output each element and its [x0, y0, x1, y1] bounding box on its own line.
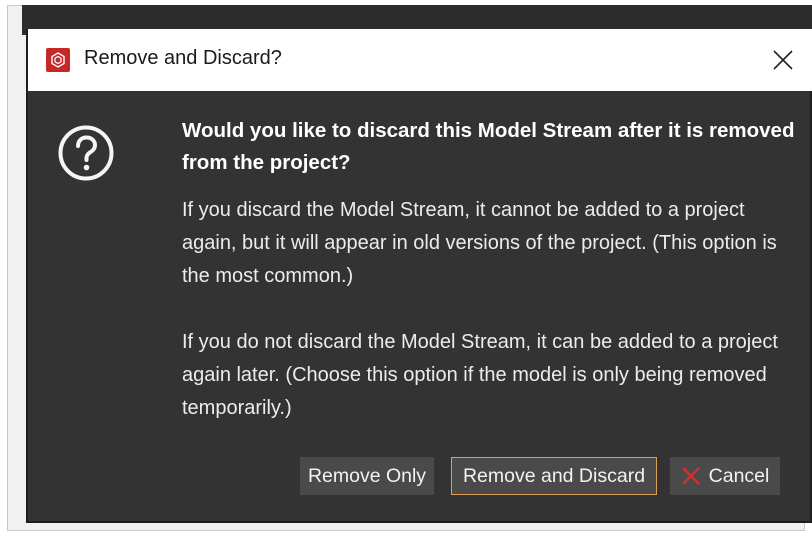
dialog-paragraph-discard: If you discard the Model Stream, it cann…	[182, 199, 777, 287]
dialog-title: Remove and Discard?	[84, 47, 282, 69]
remove-and-discard-button[interactable]: Remove and Discard	[451, 457, 657, 495]
remove-and-discard-label: Remove and Discard	[462, 464, 646, 487]
remove-only-label: Remove Only	[307, 464, 427, 487]
dialog-titlebar: Remove and Discard?	[28, 29, 812, 91]
x-icon	[681, 466, 701, 486]
dialog-heading: Would you like to discard this Model Str…	[182, 119, 795, 174]
remove-only-button[interactable]: Remove Only	[300, 457, 434, 495]
close-button[interactable]	[768, 45, 798, 75]
dialog-content: Would you like to discard this Model Str…	[182, 115, 802, 425]
dialog-paragraph-keep: If you do not discard the Model Stream, …	[182, 331, 778, 419]
question-circle-icon	[58, 125, 114, 181]
app-logo-icon	[46, 48, 70, 72]
close-icon	[773, 50, 793, 70]
cancel-label: Cancel	[708, 464, 770, 487]
cancel-button[interactable]: Cancel	[670, 457, 780, 495]
remove-discard-dialog: Remove and Discard? Would you like to di…	[26, 29, 812, 523]
